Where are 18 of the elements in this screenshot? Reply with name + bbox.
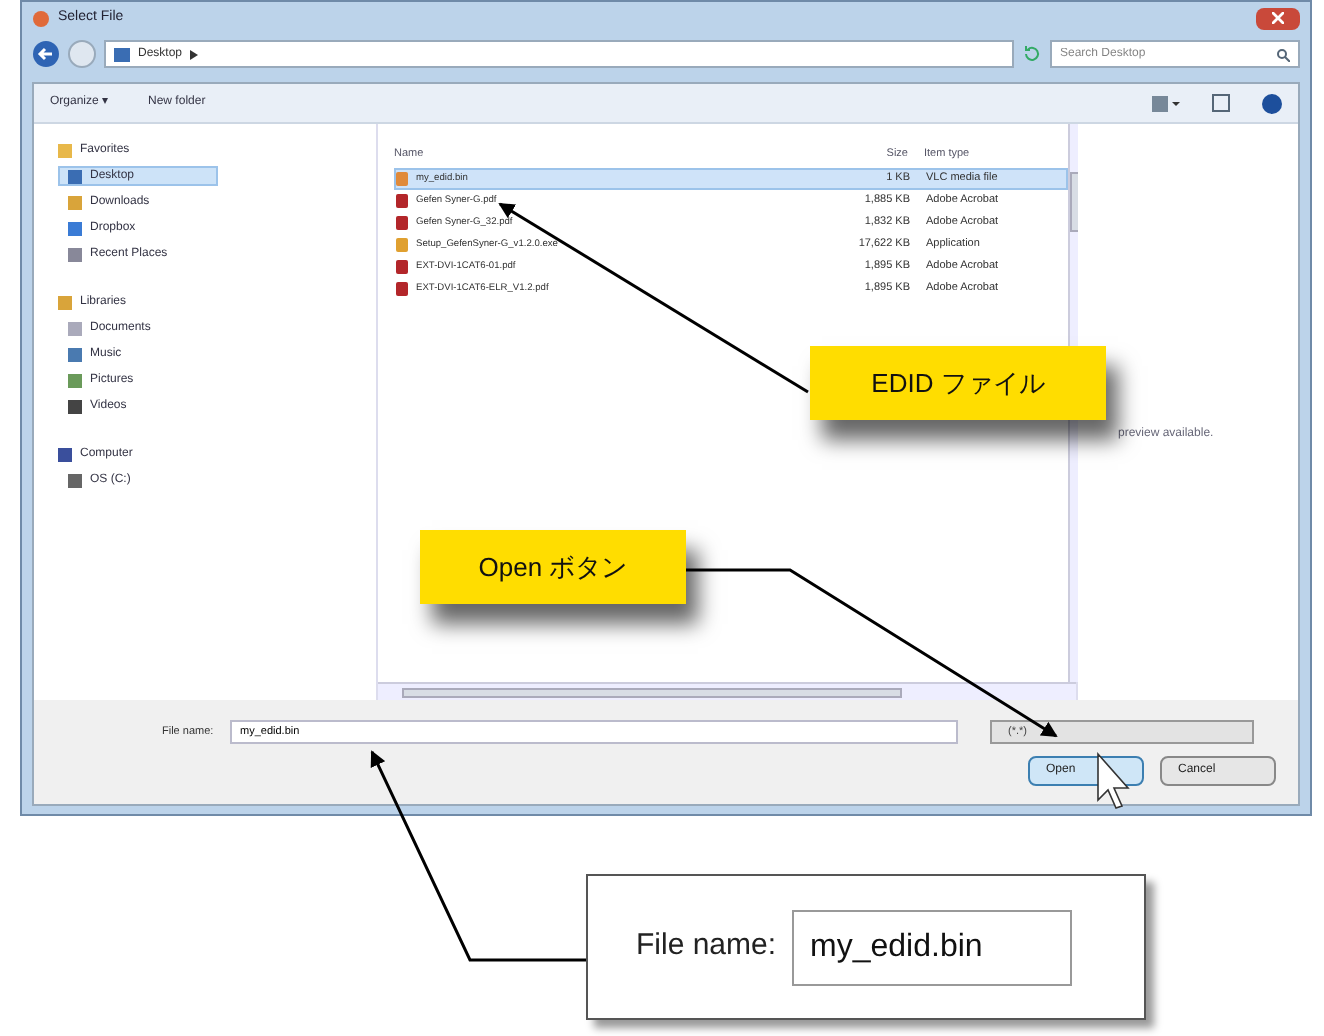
group-icon: [58, 295, 72, 309]
file-name-field: my_edid.bin: [792, 909, 1073, 985]
back-icon[interactable]: [32, 40, 60, 68]
close-icon: [1272, 12, 1284, 24]
file-name-label: File name:: [636, 926, 777, 967]
group-icon: [58, 447, 72, 461]
app-icon: [32, 9, 50, 27]
view-icon[interactable]: [1152, 95, 1180, 111]
item-icon: [68, 473, 82, 487]
close-button[interactable]: [1256, 7, 1300, 29]
scroll-thumb[interactable]: [402, 687, 902, 697]
horizontal-scrollbar[interactable]: [378, 682, 1076, 700]
callout-label: EDID ファイル: [810, 346, 1106, 420]
group-icon: [58, 143, 72, 157]
preview-pane-icon[interactable]: [1212, 94, 1230, 112]
search-icon: [1276, 47, 1290, 61]
callout-label: Open ボタン: [420, 530, 686, 604]
chevron-icon[interactable]: [190, 49, 199, 59]
